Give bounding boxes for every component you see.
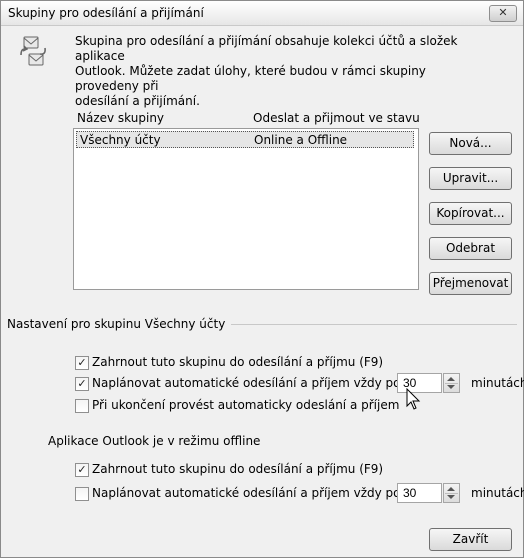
checkbox-on-exit[interactable] bbox=[75, 399, 89, 413]
rename-button[interactable]: Přejmenovat bbox=[429, 272, 512, 295]
close-button[interactable]: Zavřít bbox=[429, 528, 512, 551]
spin-down-icon[interactable] bbox=[447, 385, 455, 389]
offline-minutes-input[interactable] bbox=[397, 483, 442, 503]
group-name-cell: Všechny účty bbox=[80, 133, 161, 147]
online-minutes-unit: minutách bbox=[471, 376, 524, 390]
column-header-group-name[interactable]: Název skupiny bbox=[77, 111, 164, 125]
list-item[interactable]: Všechny účty Online a Offline bbox=[76, 131, 414, 148]
settings-section-label: Nastavení pro skupinu Všechny účty bbox=[7, 317, 226, 331]
intro-text: Skupina pro odesílání a přijímání obsahu… bbox=[75, 34, 458, 108]
mouse-pointer-icon bbox=[406, 388, 421, 410]
remove-button[interactable]: Odebrat bbox=[429, 237, 512, 260]
offline-minutes-unit: minutách bbox=[471, 486, 524, 500]
send-receive-groups-dialog: Skupiny pro odesílání a přijímání ✕ Skup… bbox=[0, 0, 524, 558]
offline-label: Aplikace Outlook je v režimu offline bbox=[48, 434, 261, 448]
checkbox-schedule-offline[interactable] bbox=[75, 487, 89, 501]
close-window-button[interactable]: ✕ bbox=[489, 5, 517, 22]
window-title: Skupiny pro odesílání a přijímání bbox=[8, 6, 204, 20]
checkbox-include-offline[interactable]: ✓ bbox=[75, 463, 89, 477]
group-state-cell: Online a Offline bbox=[254, 133, 348, 147]
offline-minutes-spinner[interactable] bbox=[443, 483, 460, 503]
send-receive-icon bbox=[20, 36, 46, 66]
copy-button[interactable]: Kopírovat... bbox=[429, 202, 512, 225]
spin-up-icon[interactable] bbox=[447, 487, 455, 491]
groups-list[interactable]: Všechny účty Online a Offline bbox=[73, 128, 419, 290]
spin-up-icon[interactable] bbox=[447, 377, 455, 381]
spin-down-icon[interactable] bbox=[447, 495, 455, 499]
title-bar: Skupiny pro odesílání a přijímání ✕ bbox=[1, 1, 523, 26]
new-button[interactable]: Nová... bbox=[429, 132, 512, 155]
online-minutes-spinner[interactable] bbox=[443, 373, 460, 393]
checkbox-schedule-online[interactable]: ✓ bbox=[75, 377, 89, 391]
section-divider bbox=[231, 324, 517, 325]
edit-button[interactable]: Upravit... bbox=[429, 167, 512, 190]
checkbox-include-online[interactable]: ✓ bbox=[75, 356, 89, 370]
column-header-state[interactable]: Odeslat a přijmout ve stavu bbox=[253, 111, 420, 125]
